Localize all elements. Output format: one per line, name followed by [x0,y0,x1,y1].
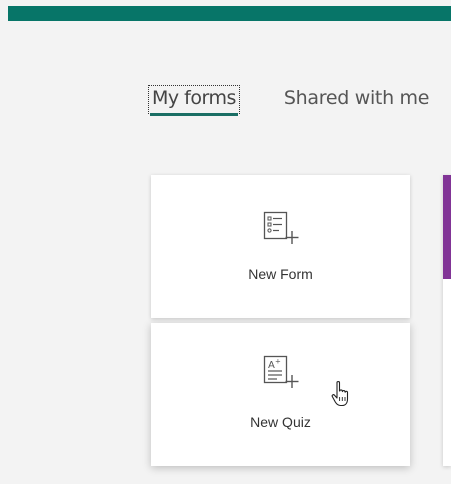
recent-form-card-partial[interactable] [443,175,451,466]
hand-pointer-icon [331,380,349,407]
recent-form-card-accent [443,175,451,279]
tab-my-forms-label: My forms [152,87,236,109]
new-quiz-icon: A + [263,355,299,388]
new-form-card[interactable]: New Form [151,175,410,318]
new-quiz-label: New Quiz [250,414,311,430]
tab-my-forms[interactable]: My forms [148,85,240,116]
new-quiz-card[interactable]: A + New Quiz [151,323,410,466]
new-form-icon [263,211,299,244]
new-form-label: New Form [248,266,313,282]
tab-shared-with-me[interactable]: Shared with me [283,85,430,109]
forms-tab-bar: My forms Shared with me [148,85,451,125]
app-header-bar [8,6,451,21]
tab-shared-label: Shared with me [283,87,430,109]
svg-text:+: + [275,358,281,366]
tab-selected-indicator [150,113,238,116]
svg-text:A: A [268,360,275,371]
